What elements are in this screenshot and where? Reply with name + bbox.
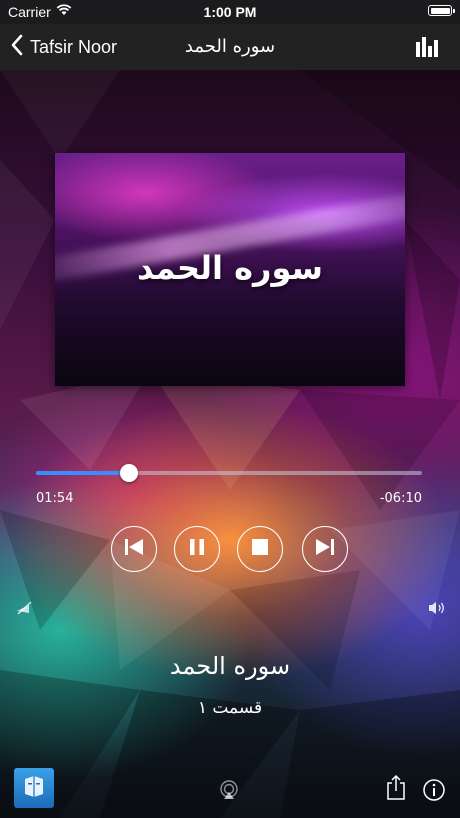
previous-icon — [124, 538, 144, 560]
library-button[interactable] — [14, 768, 54, 808]
previous-button[interactable] — [111, 526, 157, 572]
progress-slider[interactable] — [36, 464, 422, 482]
share-icon[interactable] — [386, 774, 406, 804]
volume-low-icon — [16, 600, 32, 619]
album-artwork: سوره الحمد — [55, 153, 405, 386]
track-subtitle: قسمت ۱ — [197, 698, 263, 718]
navigation-bar: Tafsir Noor سوره الحمد — [0, 24, 460, 71]
clock: 1:00 PM — [203, 4, 257, 20]
pause-icon — [189, 538, 205, 560]
stop-icon — [252, 539, 268, 559]
volume-high-icon — [428, 600, 446, 619]
back-button-label: Tafsir Noor — [30, 36, 118, 57]
back-button[interactable]: Tafsir Noor — [10, 33, 117, 61]
remaining-time: -06:10 — [379, 491, 422, 506]
progress-thumb[interactable] — [119, 464, 138, 482]
chevron-left-icon — [10, 34, 24, 60]
artwork-title: سوره الحمد — [137, 249, 323, 287]
airplay-icon[interactable] — [219, 780, 239, 804]
next-icon — [315, 538, 335, 560]
elapsed-time: 01:54 — [36, 491, 74, 506]
battery-icon — [428, 5, 455, 16]
book-icon — [22, 775, 46, 801]
next-button[interactable] — [302, 526, 348, 572]
stop-button[interactable] — [237, 526, 283, 572]
info-icon[interactable] — [423, 779, 445, 805]
player-background: سوره الحمد 01:54 -06:10 سوره الحمد قسمت … — [0, 70, 460, 818]
equalizer-icon[interactable] — [416, 37, 438, 61]
pause-button[interactable] — [174, 526, 220, 572]
status-bar: Carrier 1:00 PM — [0, 0, 460, 24]
track-title: سوره الحمد — [169, 652, 291, 680]
progress-fill — [36, 471, 129, 475]
